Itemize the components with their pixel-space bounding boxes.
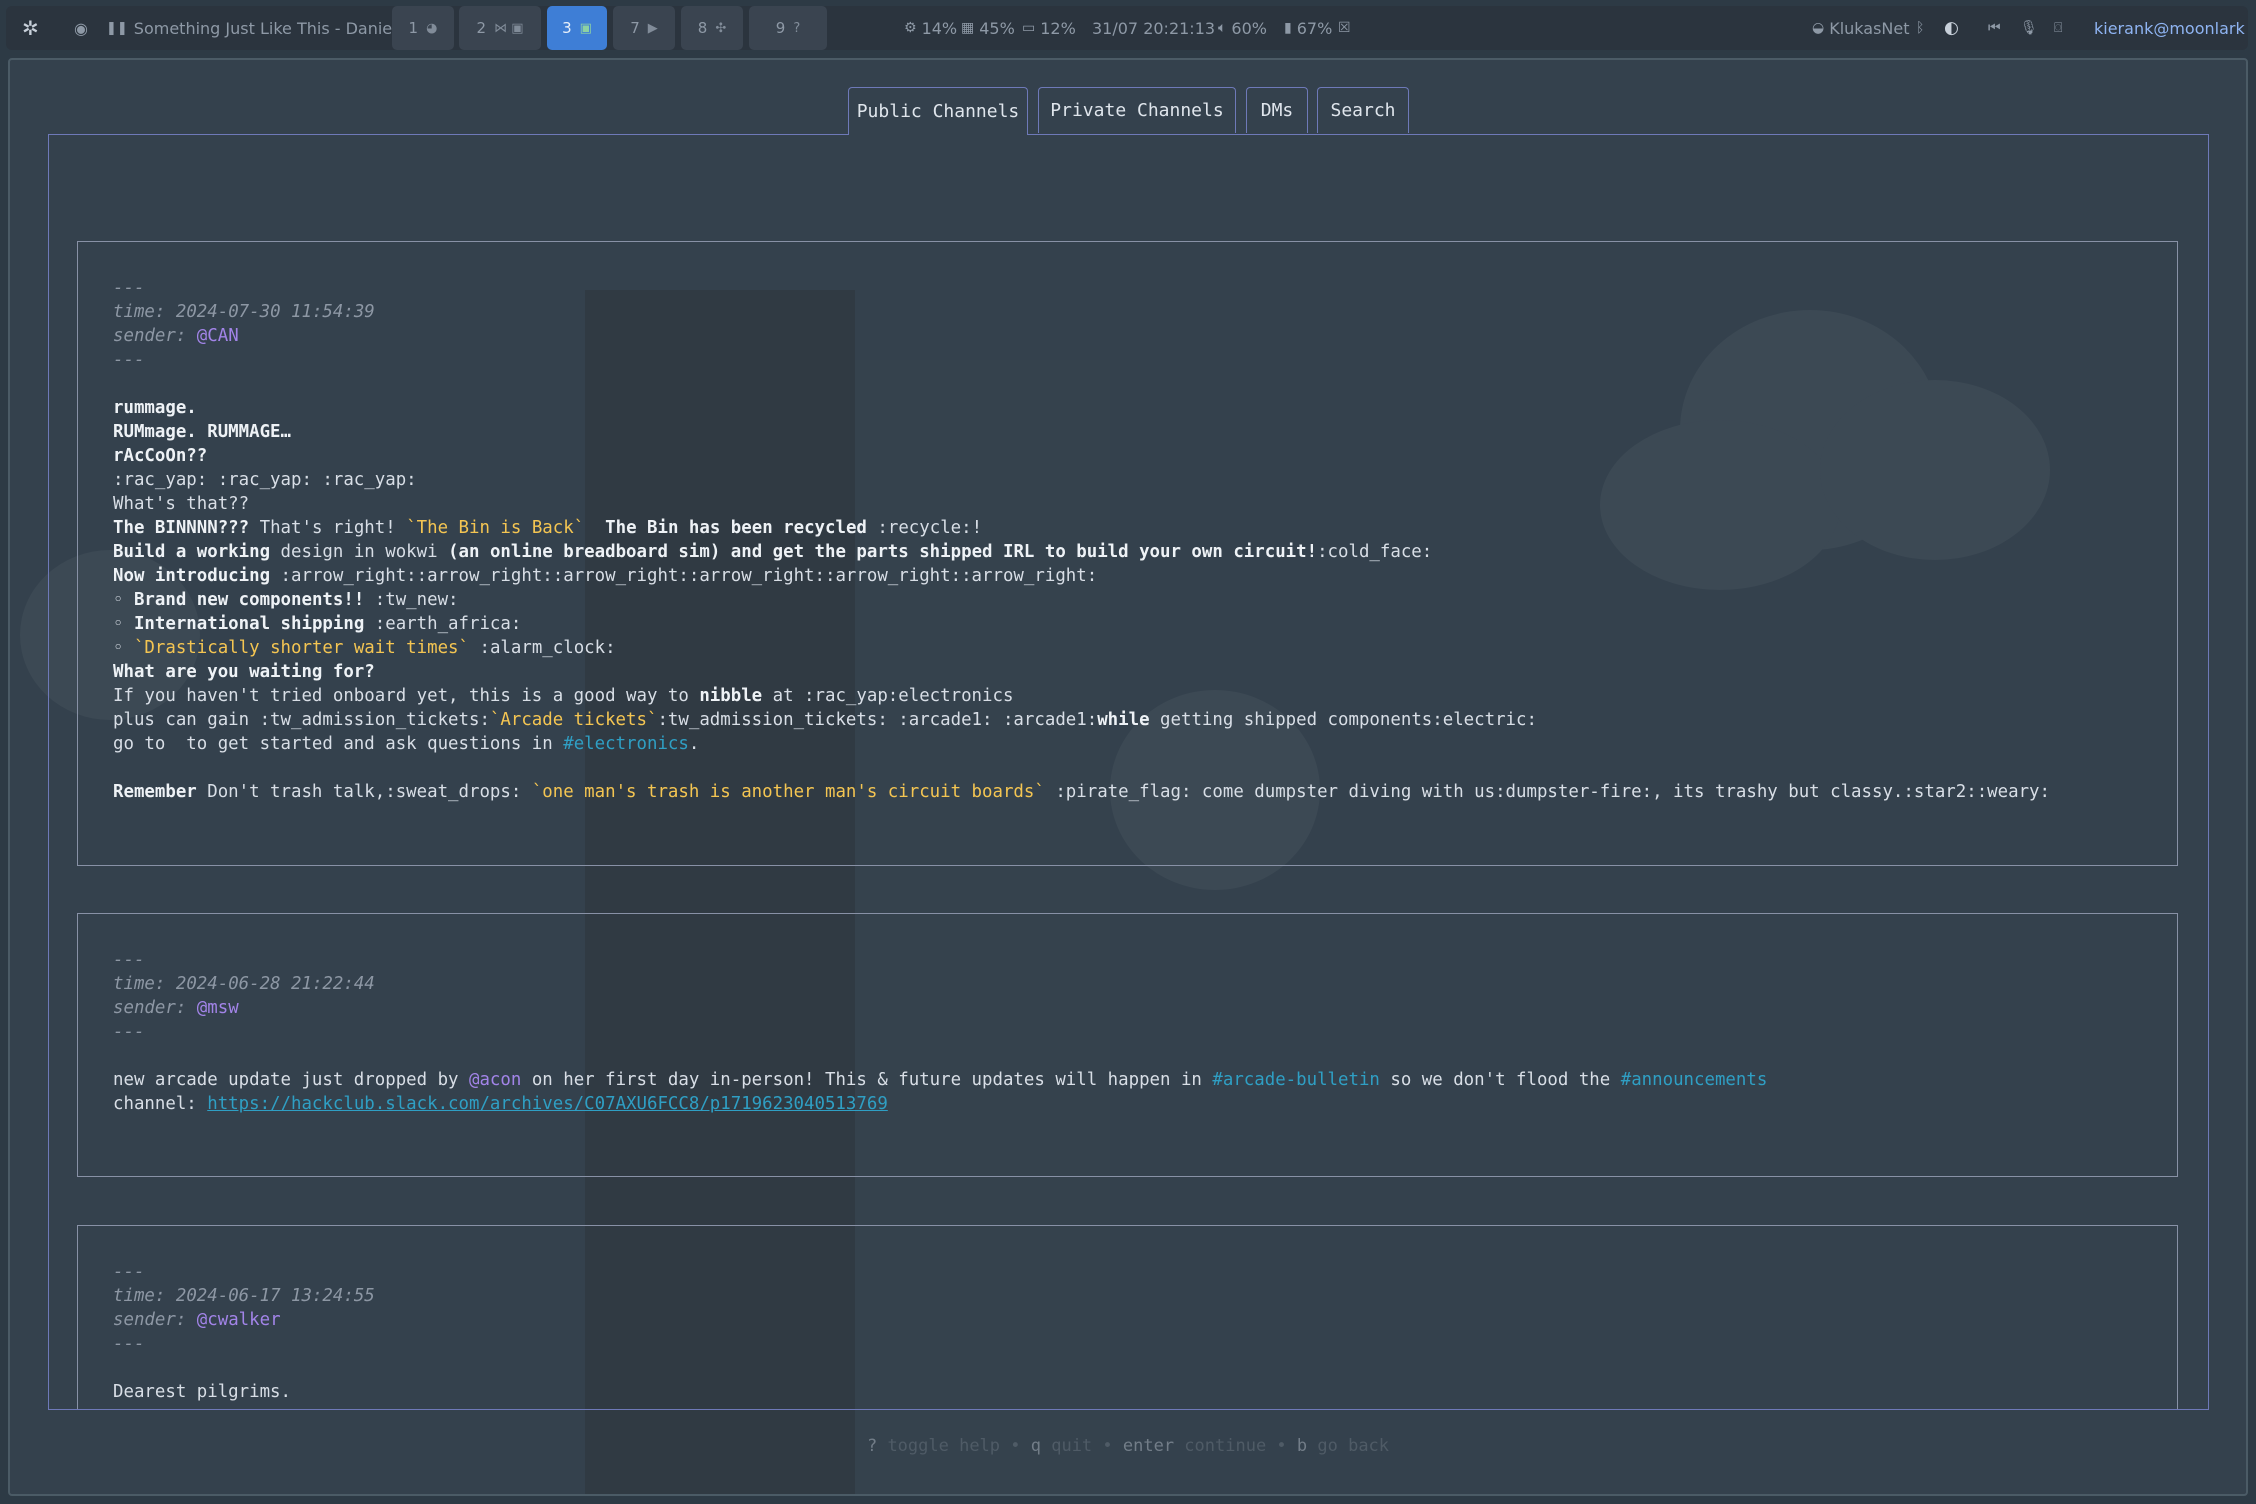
message-sender[interactable]: @msw [197,998,239,1018]
message-card[interactable]: --- time: 2024-06-17 13:24:55 sender: @c… [77,1225,2178,1409]
workspace-3[interactable]: 3 ▣ [547,6,607,50]
microphone-icon[interactable]: 🎙︎ [2020,6,2038,50]
meta-divider: --- [113,350,145,370]
message-line: What are you waiting for? [113,662,375,682]
message-line: RUMmage. RUMMAGE… [113,422,291,442]
message-time: time: 2024-07-30 11:54:39 [113,302,375,322]
channel-link[interactable]: #announcements [1621,1070,1768,1090]
user-host: kierank@moonlark [2094,18,2245,38]
power-profile-icon[interactable]: ◐ [1944,6,1959,50]
user-mention[interactable]: @acon [469,1070,521,1090]
cpu-icon: ⚙ [904,20,917,36]
workspace-app-icon: ▣ [579,20,592,36]
message-line: ◦ `Drastically shorter wait times` :alar… [113,638,616,658]
meta-divider: --- [113,1262,145,1282]
message-time: time: 2024-06-17 13:24:55 [113,1286,375,1306]
workspace-app-icon: ⋈ ▣ [494,20,524,36]
message-line: Now introducing :arrow_right::arrow_righ… [113,566,1098,586]
memory-usage: ▦ 45% [961,18,1015,38]
now-playing-title: Something Just Like This - Daniel… [133,18,413,38]
memory-icon: ▦ [961,20,975,36]
screen-record-icon[interactable]: ⏮ [1988,6,2001,50]
message-line: ◦ International shipping :earth_africa: [113,614,522,634]
camera-icon[interactable]: ⌼ [2054,6,2062,50]
meta-divider: --- [113,278,145,298]
workspace-app-icon: ◕ [426,20,438,36]
workspace-app-icon: ✣ [715,20,727,36]
cpu-usage: ⚙ 14% [904,18,958,38]
message-card[interactable]: --- time: 2024-06-28 21:22:44 sender: @m… [77,913,2178,1177]
workspace-7[interactable]: 7 ▶ [613,6,675,50]
top-status-bar: ✲ ◉ ❚❚ Something Just Like This - Daniel… [6,6,2248,50]
meta-divider: --- [113,950,145,970]
message-sender-row: sender: @CAN [113,326,239,346]
channel-link[interactable]: #arcade-bulletin [1212,1070,1380,1090]
disk-usage: ▭ 12% [1022,18,1076,38]
message-sender-row: sender: @cwalker [113,1310,281,1330]
disk-icon: ▭ [1022,20,1036,36]
workspace-app-icon: ? [793,20,801,36]
message-line: What's that?? [113,494,250,514]
message-time: time: 2024-06-28 21:22:44 [113,974,375,994]
tab-private-channels[interactable]: Private Channels [1038,87,1236,133]
channel-link[interactable]: #electronics [563,734,689,754]
message-line: Dearest pilgrims. [113,1382,291,1402]
battery-icon: ▮ [1284,20,1292,36]
launcher-gear-icon[interactable]: ✲ [22,6,39,50]
message-line: Remember Don't trash talk,:sweat_drops: … [113,782,2050,802]
message-line: ◦ Brand new components!! :tw_new: [113,590,459,610]
tab-search[interactable]: Search [1317,87,1409,133]
workspace-1[interactable]: 1 ◕ [392,6,454,50]
message-card[interactable]: --- time: 2024-07-30 11:54:39 sender: @C… [77,241,2178,866]
help-footer: ? toggle help • q quit • enter continue … [866,1436,1390,1456]
message-line: Build a working design in wokwi (an onli… [113,542,1433,562]
clock[interactable]: 31/07 20:21:13 [1092,6,1215,50]
message-line: go to to get started and ask questions i… [113,734,700,754]
message-line: The BINNNN??? That's right! `The Bin is … [113,518,983,538]
tab-dms[interactable]: DMs [1246,87,1308,133]
messages-panel[interactable]: --- time: 2024-07-30 11:54:39 sender: @C… [48,134,2209,1410]
volume[interactable]: 🔈︎ 60% [1218,6,1267,50]
message-sender[interactable]: @CAN [197,326,239,346]
message-line: new arcade update just dropped by @acon … [113,1070,1768,1090]
message-sender-row: sender: @msw [113,998,239,1018]
message-sender[interactable]: @cwalker [197,1310,281,1330]
idle-inhibit-icon[interactable]: ☒ [1338,6,1351,50]
pause-icon[interactable]: ❚❚ [106,21,128,36]
message-line: :rac_yap: :rac_yap: :rac_yap: [113,470,417,490]
workspace-2[interactable]: 2 ⋈ ▣ [459,6,541,50]
meta-divider: --- [113,1022,145,1042]
workspace-8[interactable]: 8 ✣ [681,6,743,50]
message-line: plus can gain :tw_admission_tickets:`Arc… [113,710,1537,730]
message-line: rummage. [113,398,197,418]
workspace-9[interactable]: 9? [749,6,827,50]
tab-public-channels[interactable]: Public Channels [848,87,1028,135]
message-line: channel: https://hackclub.slack.com/arch… [113,1094,888,1114]
wifi-icon: ◒ [1812,20,1825,36]
message-line: If you haven't tried onboard yet, this i… [113,686,1014,706]
media-record-icon[interactable]: ◉ [74,6,88,50]
workspace-app-icon: ▶ [647,20,658,36]
now-playing[interactable]: ❚❚ Something Just Like This - Daniel… [106,6,413,50]
terminal-window: Public Channels Private Channels DMs Sea… [8,58,2248,1496]
network[interactable]: ◒ KlukasNet [1812,6,1910,50]
message-url-link[interactable]: https://hackclub.slack.com/archives/C07A… [207,1094,888,1114]
battery: ▮ 67% [1284,18,1333,38]
message-line: rAcCoOn?? [113,446,208,466]
speaker-icon: 🔈︎ [1218,20,1227,36]
bluetooth-icon[interactable]: ᛒ [1916,6,1924,50]
meta-divider: --- [113,1334,145,1354]
